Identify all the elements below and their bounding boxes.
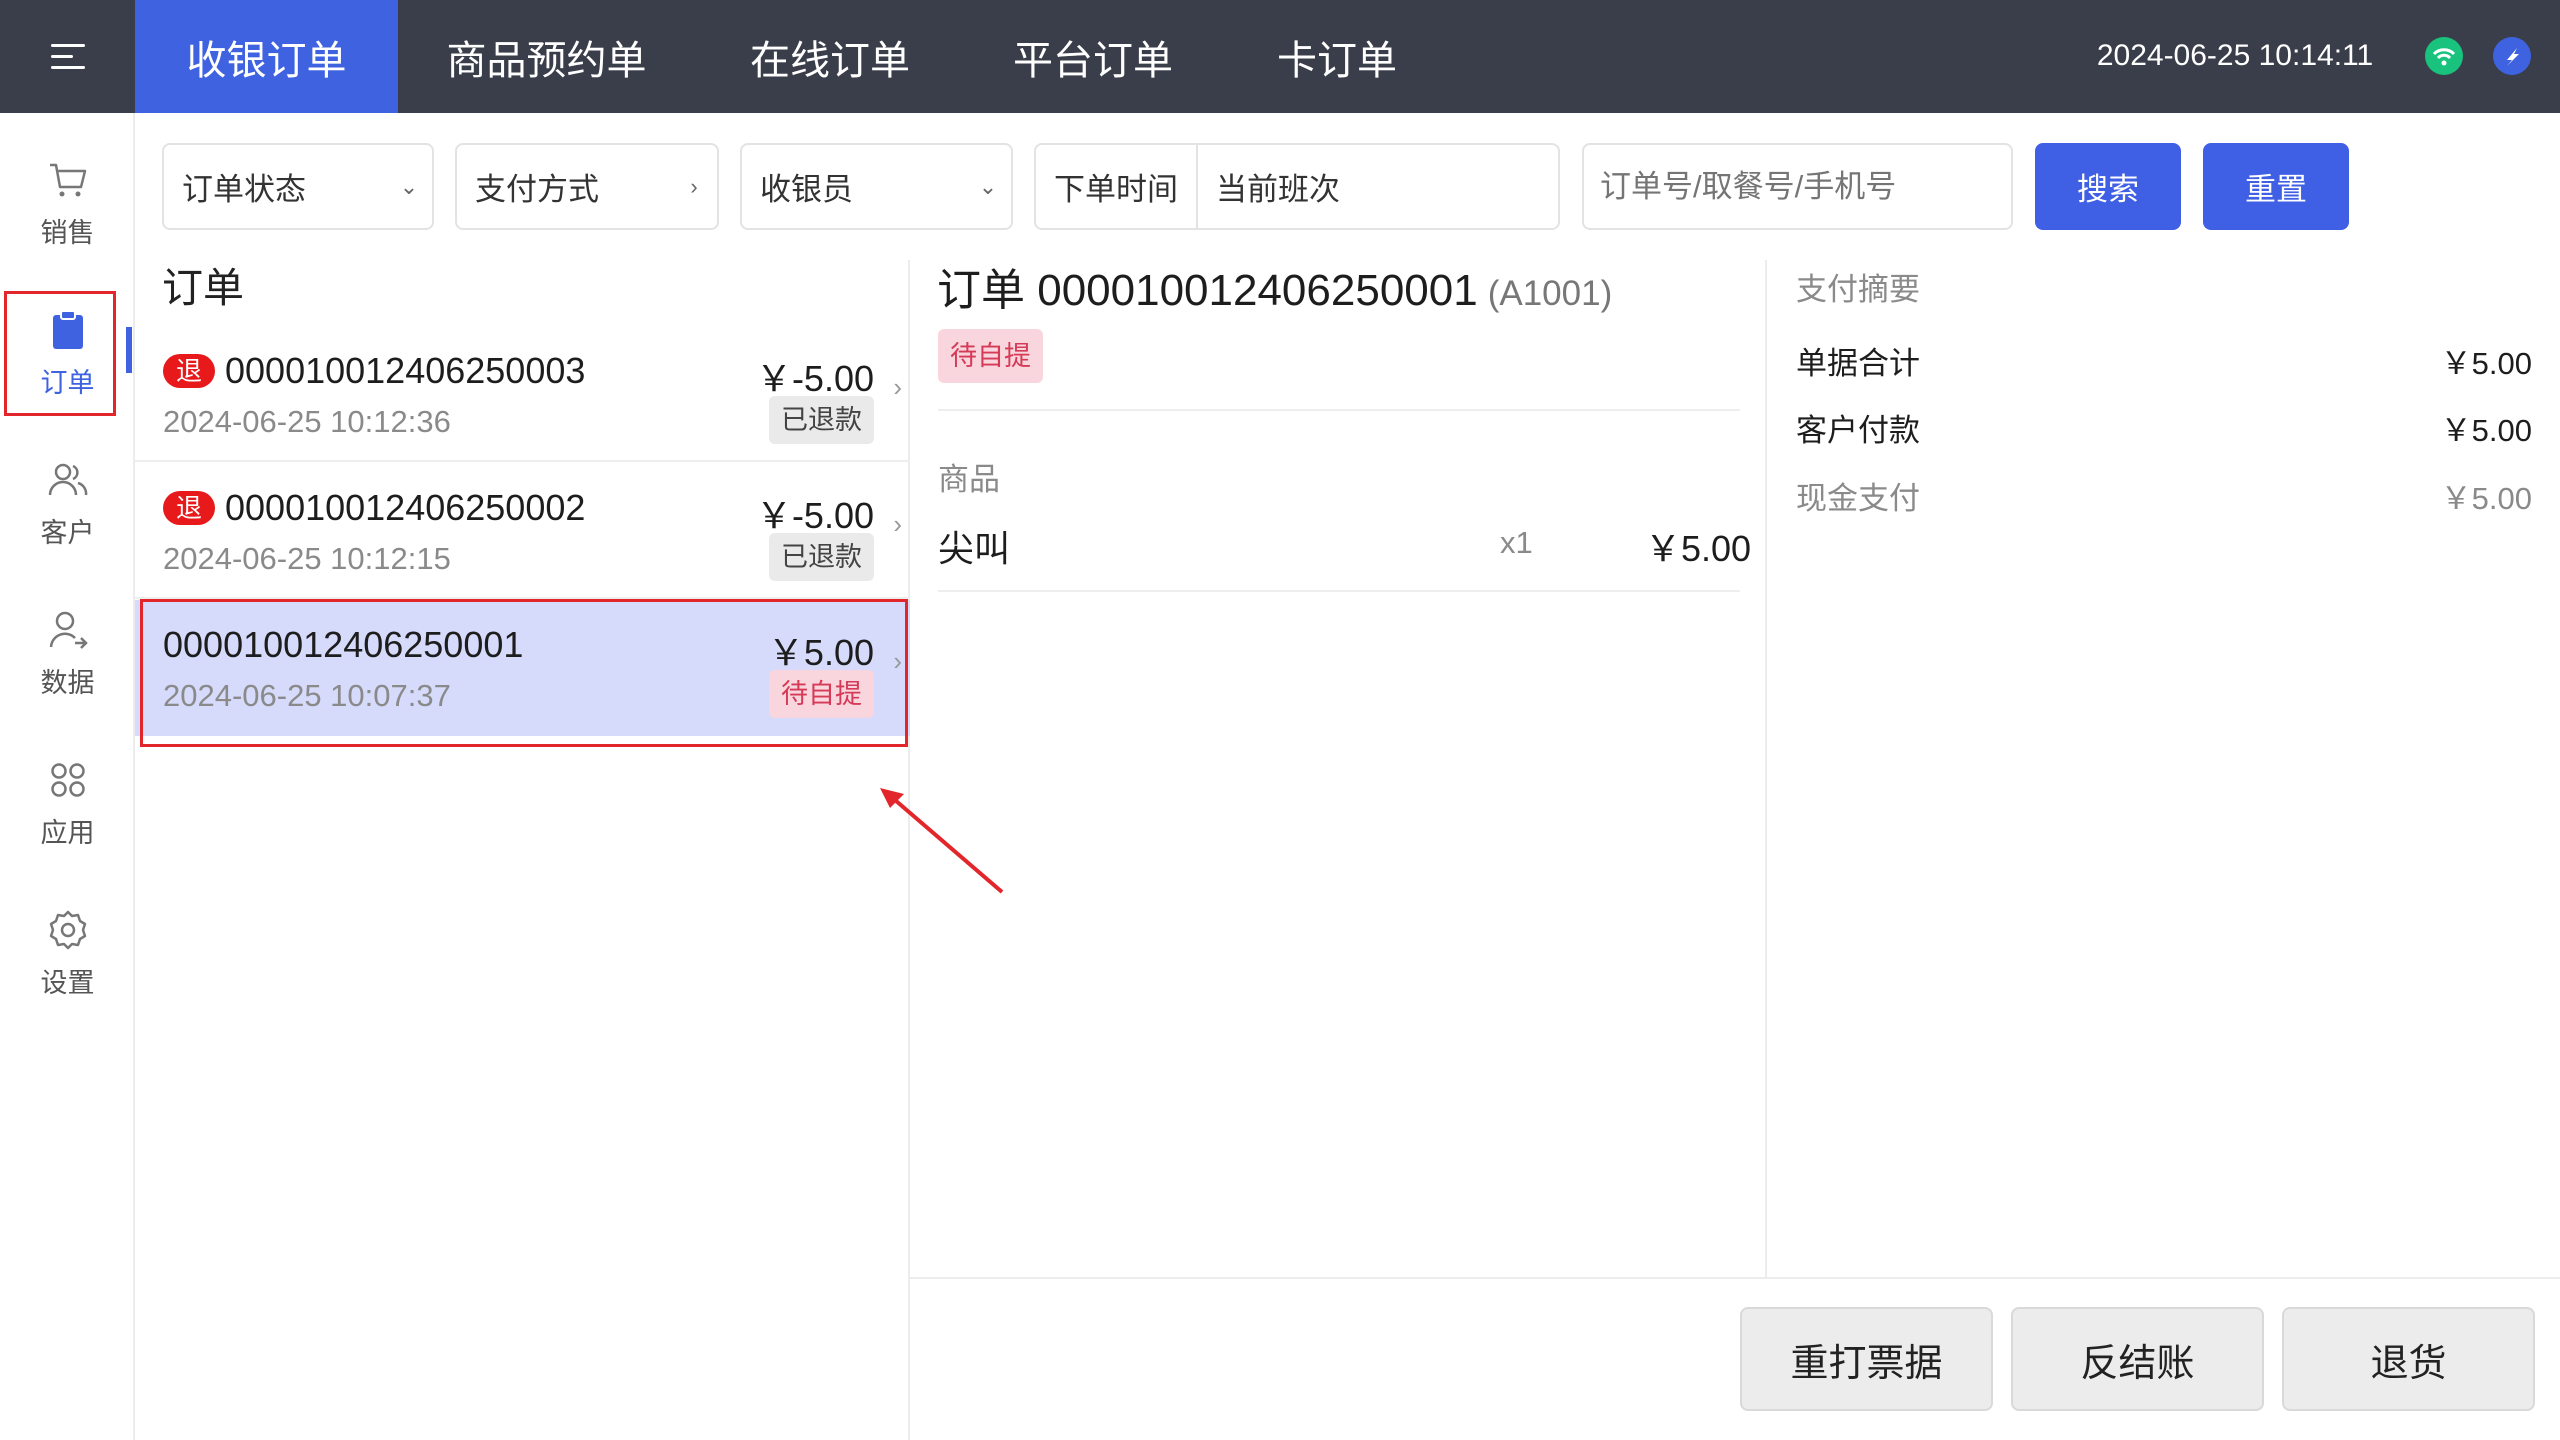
sidebar-item-settings[interactable]: 设置 [0, 893, 135, 1013]
highlight-box [4, 291, 116, 416]
chevron-right-icon: › [690, 173, 698, 199]
chevron-right-icon: › [893, 372, 902, 402]
payment-method-label: 支付方式 [475, 172, 599, 207]
sidebar-item-customers[interactable]: 客户 [0, 443, 135, 563]
payment-label: 客户付款 [1796, 413, 1920, 448]
payment-method-select[interactable]: 支付方式 › [455, 143, 719, 230]
order-detail-panel [910, 260, 1767, 1278]
order-row[interactable]: 退 000010012406250002 2024-06-25 10:12:15 … [135, 463, 910, 599]
sidebar-item-label: 销售 [40, 217, 95, 248]
order-amount: ￥-5.00 [755, 358, 874, 399]
order-time: 2024-06-25 10:12:36 [163, 404, 451, 439]
payment-label: 现金支付 [1796, 481, 1920, 516]
payment-value: ￥5.00 [2440, 481, 2532, 516]
order-list-title: 订单 [162, 265, 244, 311]
users-icon [48, 463, 87, 495]
sidebar-item-label: 数据 [40, 667, 95, 698]
return-goods-button[interactable]: 退货 [2282, 1307, 2535, 1411]
sidebar-item-label: 客户 [40, 517, 95, 548]
detail-order-number: 订单 000010012406250001 [937, 266, 1478, 315]
tab-online-orders[interactable]: 在线订单 [735, 0, 925, 113]
unsettle-button[interactable]: 反结账 [2011, 1307, 2264, 1411]
divider [938, 409, 1740, 411]
order-amount: ￥-5.00 [755, 495, 874, 536]
divider [938, 590, 1740, 592]
payment-value: ￥5.00 [2440, 413, 2532, 448]
status-badge: 已退款 [769, 396, 874, 444]
tab-reservation-orders[interactable]: 商品预约单 [424, 0, 669, 113]
reprint-receipt-button[interactable]: 重打票据 [1740, 1307, 1993, 1411]
sidebar-item-sales[interactable]: 销售 [0, 143, 135, 263]
menu-button[interactable] [0, 0, 135, 113]
gear-icon [49, 910, 86, 949]
hamburger-icon [50, 43, 85, 70]
goods-name: 尖叫 [938, 528, 1011, 569]
chevron-down-icon: ⌄ [399, 173, 419, 199]
cashier-label: 收银员 [760, 172, 853, 207]
divider [910, 1277, 2560, 1279]
apps-icon [50, 762, 85, 797]
tab-cashier-orders[interactable]: 收银订单 [135, 0, 398, 113]
wifi-icon [2425, 37, 2463, 75]
chevron-down-icon: ⌄ [978, 173, 998, 199]
tab-platform-orders[interactable]: 平台订单 [998, 0, 1188, 113]
user-share-icon [49, 611, 88, 649]
status-badge: 待自提 [938, 329, 1043, 383]
search-input[interactable] [1582, 143, 2013, 230]
sidebar-item-data[interactable]: 数据 [0, 593, 135, 713]
tab-card-orders[interactable]: 卡订单 [1262, 0, 1412, 113]
reset-button[interactable]: 重置 [2203, 143, 2349, 230]
pickup-code: (A1001) [1487, 274, 1613, 313]
refund-tag: 退 [163, 491, 215, 525]
order-number: 000010012406250003 [225, 350, 586, 391]
status-badge: 已退款 [769, 533, 874, 581]
payment-row: 现金支付 ￥5.00 [1796, 473, 2532, 518]
order-time: 2024-06-25 10:12:15 [163, 541, 451, 576]
sync-icon[interactable] [2493, 37, 2531, 75]
top-bar: 收银订单 商品预约单 在线订单 平台订单 卡订单 2024-06-25 10:1… [0, 0, 2560, 113]
order-status-select[interactable]: 订单状态 ⌄ [162, 143, 434, 230]
active-indicator [126, 327, 132, 373]
payment-summary-title: 支付摘要 [1796, 272, 1920, 307]
sidebar-item-apps[interactable]: 应用 [0, 743, 135, 863]
search-button[interactable]: 搜索 [2035, 143, 2181, 230]
order-status-label: 订单状态 [182, 172, 306, 207]
payment-row: 客户付款 ￥5.00 [1796, 405, 2532, 450]
order-time-select[interactable]: 下单时间 当前班次 [1034, 143, 1560, 230]
highlight-box [140, 599, 908, 747]
order-row[interactable]: 退 000010012406250003 2024-06-25 10:12:36 … [135, 326, 910, 462]
goods-qty: x1 [1500, 525, 1533, 560]
payment-row: 单据合计 ￥5.00 [1796, 338, 2532, 383]
goods-price: ￥5.00 [1645, 528, 1752, 569]
sidebar-item-label: 设置 [40, 967, 95, 998]
cashier-select[interactable]: 收银员 ⌄ [740, 143, 1013, 230]
goods-label: 商品 [938, 462, 1000, 497]
order-number: 000010012406250002 [225, 487, 586, 528]
payment-value: ￥5.00 [2440, 346, 2532, 381]
payment-label: 单据合计 [1796, 346, 1920, 381]
refund-tag: 退 [163, 354, 215, 388]
clock: 2024-06-25 10:14:11 [2096, 39, 2374, 72]
sidebar-item-label: 应用 [40, 817, 95, 848]
cart-icon [49, 163, 86, 196]
order-time-value: 当前班次 [1216, 172, 1340, 207]
chevron-right-icon: › [893, 509, 902, 539]
detail-title: 订单 000010012406250001 (A1001) [937, 254, 1612, 318]
order-time-label: 下单时间 [1036, 145, 1198, 228]
